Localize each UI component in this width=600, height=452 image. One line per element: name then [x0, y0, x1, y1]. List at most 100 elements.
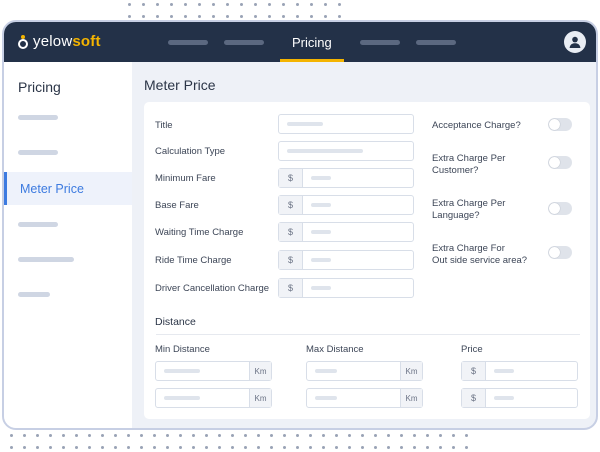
tab-pricing[interactable]: Pricing: [280, 22, 344, 62]
decorative-dot: [75, 434, 78, 437]
decorative-dot: [426, 446, 429, 449]
decorative-dot: [452, 434, 455, 437]
decorative-dot: [75, 446, 78, 449]
max-distance-label: Max Distance: [306, 344, 364, 355]
sidebar-item-meter-price[interactable]: Meter Price: [4, 172, 132, 205]
user-avatar[interactable]: [564, 31, 586, 53]
nav-item-placeholder-1[interactable]: [168, 39, 208, 45]
decorative-dot: [114, 434, 117, 437]
decorative-dot: [128, 15, 131, 18]
decorative-dot: [338, 3, 341, 6]
decorative-dot: [335, 446, 338, 449]
acceptance-charge-toggle[interactable]: [548, 118, 572, 131]
nav-item-placeholder-3[interactable]: [359, 39, 400, 45]
sidebar-title: Pricing: [18, 79, 61, 95]
minimum-fare-label: Minimum Fare: [155, 173, 216, 184]
base-fare-label: Base Fare: [155, 200, 199, 211]
decorative-dot: [62, 434, 65, 437]
nav-item-placeholder-4[interactable]: [415, 39, 456, 45]
decorative-dot: [254, 3, 257, 6]
decorative-dot: [212, 15, 215, 18]
decorative-dot: [153, 446, 156, 449]
decorative-dot: [413, 446, 416, 449]
max-distance-input[interactable]: Km: [306, 388, 423, 408]
logo-mark-icon: [18, 34, 28, 49]
min-distance-input[interactable]: Km: [155, 361, 272, 381]
decorative-dot: [170, 3, 173, 6]
minimum-fare-input[interactable]: $: [278, 168, 414, 188]
decorative-dot: [198, 3, 201, 6]
decorative-dot: [282, 15, 285, 18]
decorative-dot: [114, 446, 117, 449]
waiting-time-input[interactable]: $: [278, 222, 414, 242]
extra-charge-per-customer-toggle[interactable]: [548, 156, 572, 169]
decorative-dot: [170, 15, 173, 18]
decorative-dot: [88, 446, 91, 449]
min-distance-input[interactable]: Km: [155, 388, 272, 408]
decorative-dot: [179, 446, 182, 449]
decorative-dot: [413, 434, 416, 437]
sidebar-item-placeholder-4[interactable]: [18, 257, 74, 262]
main-nav: Pricing: [168, 22, 472, 62]
sidebar-item-placeholder-3[interactable]: [18, 222, 58, 227]
currency-prefix: $: [462, 362, 486, 380]
decorative-dot: [296, 15, 299, 18]
price-input[interactable]: $: [461, 361, 578, 381]
decorative-dot: [322, 434, 325, 437]
decorative-dot: [184, 3, 187, 6]
decorative-dot: [374, 446, 377, 449]
price-input[interactable]: $: [461, 388, 578, 408]
decorative-dot: [192, 434, 195, 437]
decorative-dot: [400, 434, 403, 437]
decorative-dot: [324, 3, 327, 6]
decorative-dot: [400, 446, 403, 449]
decorative-dot: [309, 434, 312, 437]
extra-charge-per-language-label: Extra Charge Per Language?: [432, 198, 506, 221]
extra-charge-outside-area-toggle[interactable]: [548, 246, 572, 259]
decorative-dot: [101, 434, 104, 437]
ride-time-input[interactable]: $: [278, 250, 414, 270]
sidebar: Pricing Meter Price: [4, 62, 132, 428]
sidebar-item-placeholder-5[interactable]: [18, 292, 50, 297]
decorative-dot: [310, 15, 313, 18]
decorative-dot: [128, 3, 131, 6]
extra-charge-per-language-toggle[interactable]: [548, 202, 572, 215]
sidebar-item-placeholder-1[interactable]: [18, 115, 58, 120]
decorative-dot: [101, 446, 104, 449]
decorative-dot: [270, 434, 273, 437]
decorative-dot: [309, 446, 312, 449]
decorative-dot: [198, 15, 201, 18]
decorative-dot: [23, 446, 26, 449]
decorative-dot: [212, 3, 215, 6]
decorative-dot: [465, 434, 468, 437]
decorative-dot: [361, 446, 364, 449]
decorative-dot: [240, 3, 243, 6]
base-fare-input[interactable]: $: [278, 195, 414, 215]
min-distance-label: Min Distance: [155, 344, 210, 355]
top-bar: yelowsoft Pricing: [4, 22, 596, 62]
decorative-dot: [36, 434, 39, 437]
decorative-dot: [254, 15, 257, 18]
sidebar-item-label: Meter Price: [20, 182, 84, 196]
decorative-dot: [240, 15, 243, 18]
decorative-dot: [310, 3, 313, 6]
max-distance-input[interactable]: Km: [306, 361, 423, 381]
app-logo[interactable]: yelowsoft: [18, 33, 101, 50]
decorative-dot: [127, 434, 130, 437]
decorative-dot: [226, 3, 229, 6]
decorative-dot: [184, 15, 187, 18]
calculation-type-select[interactable]: [278, 141, 414, 161]
decorative-dot: [153, 434, 156, 437]
waiting-time-label: Waiting Time Charge: [155, 227, 244, 238]
title-input[interactable]: [278, 114, 414, 134]
driver-cancellation-input[interactable]: $: [278, 278, 414, 298]
km-unit: Km: [400, 362, 422, 380]
decorative-dots-bottom: [10, 434, 468, 449]
sidebar-item-placeholder-2[interactable]: [18, 150, 58, 155]
decorative-dot: [192, 446, 195, 449]
decorative-dot: [23, 434, 26, 437]
currency-prefix: $: [279, 223, 303, 241]
decorative-dot: [387, 434, 390, 437]
decorative-dot: [226, 15, 229, 18]
nav-item-placeholder-2[interactable]: [224, 39, 264, 45]
